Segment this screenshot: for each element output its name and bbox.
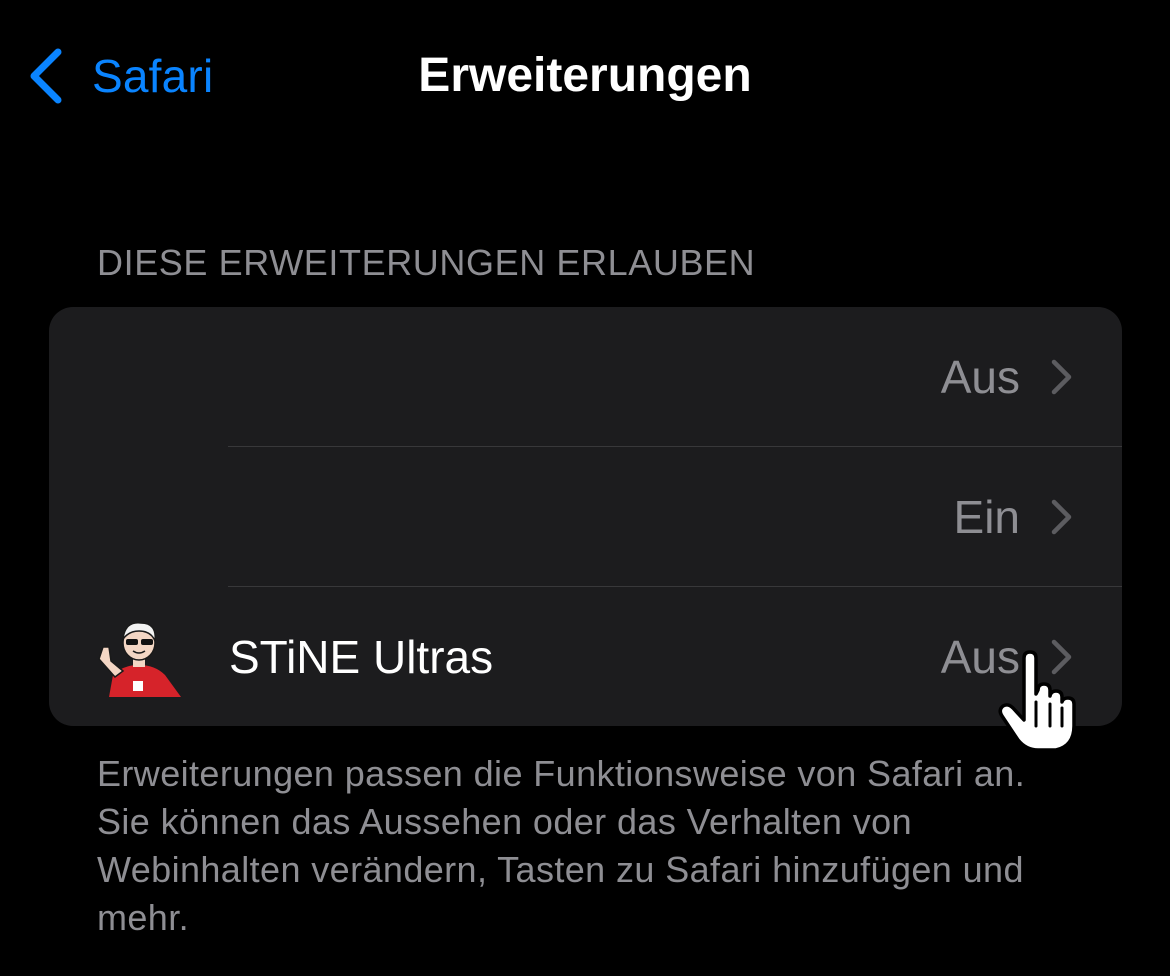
- extension-row-stine-ultras[interactable]: STiNE Ultras Aus: [49, 587, 1122, 726]
- extension-name: STiNE Ultras: [229, 631, 494, 683]
- extension-status: Ein: [953, 491, 1020, 543]
- stine-ultras-mascot-icon: [98, 622, 181, 697]
- section-header: DIESE ERWEITERUNGEN ERLAUBEN: [97, 242, 756, 283]
- chevron-right-icon: [1051, 359, 1072, 395]
- navigation-bar: Safari Erweiterungen: [0, 0, 1170, 150]
- extension-row[interactable]: Ein: [49, 447, 1122, 587]
- extension-row[interactable]: Aus: [49, 307, 1122, 447]
- extensions-list: Aus Ein STiNE Ultras Aus: [49, 307, 1122, 726]
- extension-status: Aus: [940, 351, 1020, 403]
- extension-status: Aus: [940, 631, 1020, 683]
- section-footer: Erweiterungen passen die Funktionsweise …: [97, 753, 1026, 938]
- chevron-right-icon: [1051, 499, 1072, 535]
- chevron-right-icon: [1051, 639, 1072, 675]
- page-title: Erweiterungen: [418, 49, 752, 102]
